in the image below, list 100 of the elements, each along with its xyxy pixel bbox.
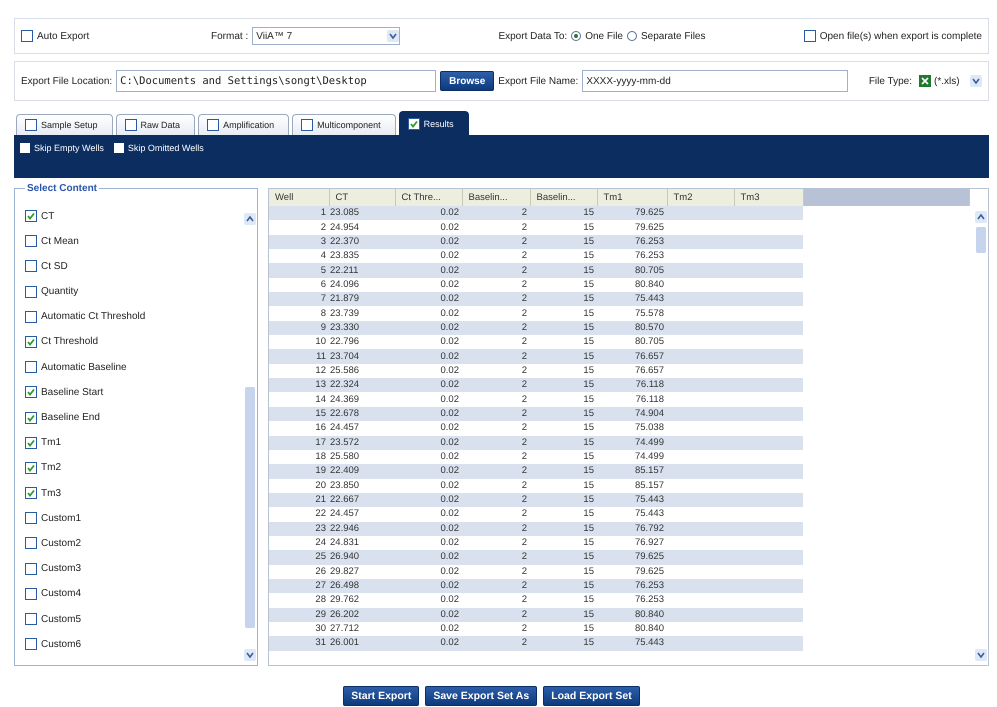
scroll-down-icon[interactable]: [975, 649, 987, 661]
content-option[interactable]: Custom3: [41, 563, 82, 574]
content-option[interactable]: Automatic Ct Threshold: [41, 311, 146, 322]
action-button[interactable]: Load Export Set: [543, 686, 640, 706]
content-option[interactable]: Custom5: [41, 614, 82, 624]
table-cell: 76.118: [597, 392, 667, 407]
content-option[interactable]: Custom6: [41, 638, 82, 650]
column-header[interactable]: Baselin...: [530, 189, 597, 206]
checkbox[interactable]: [25, 462, 37, 474]
tab[interactable]: Multicomponent: [292, 114, 396, 135]
content-option[interactable]: Baseline End: [41, 412, 100, 423]
column-header[interactable]: Ct Thre...: [395, 189, 462, 206]
checkbox[interactable]: [804, 30, 816, 42]
column-header[interactable]: Tm1: [597, 189, 667, 206]
checkbox[interactable]: [25, 537, 37, 550]
scroll-down-icon[interactable]: [970, 75, 982, 87]
file-name-field[interactable]: XXXX-yyyy-mm-dd: [582, 70, 848, 92]
content-option[interactable]: Tm2: [41, 462, 61, 474]
action-button[interactable]: Save Export Set As: [425, 686, 538, 706]
table-cell: 0.02: [395, 536, 462, 550]
checkbox[interactable]: [25, 235, 37, 248]
tab[interactable]: Results: [398, 111, 469, 135]
column-header[interactable]: Baselin...: [462, 189, 530, 206]
checkbox[interactable]: [25, 562, 37, 575]
table-cell: 0.02: [395, 450, 462, 464]
content-option[interactable]: Custom2: [41, 538, 82, 549]
checkbox[interactable]: [25, 412, 37, 424]
column-header[interactable]: Tm3: [734, 189, 803, 206]
scroll-up-icon[interactable]: [975, 211, 987, 223]
table-cell-text: 0.02: [440, 220, 460, 235]
scrollbar-thumb[interactable]: [245, 387, 255, 628]
content-option[interactable]: Tm1: [41, 437, 61, 448]
table-cell: 0.02: [395, 550, 462, 565]
checkbox[interactable]: [25, 210, 37, 222]
checkbox[interactable]: [25, 336, 37, 348]
tab[interactable]: Amplification: [198, 114, 290, 135]
table-cell: 0.02: [395, 464, 462, 479]
tab[interactable]: Raw Data: [116, 114, 196, 135]
radio-button[interactable]: [627, 31, 637, 41]
radio-button[interactable]: [571, 31, 582, 41]
content-option[interactable]: Ct Mean: [41, 236, 79, 247]
content-option[interactable]: Automatic Baseline: [41, 362, 127, 373]
checkbox[interactable]: [408, 118, 420, 130]
content-option[interactable]: Tm3: [41, 488, 61, 499]
checkbox[interactable]: [25, 119, 37, 131]
checkbox[interactable]: [114, 143, 124, 153]
checkbox[interactable]: [25, 310, 37, 323]
table-cell: 2: [462, 263, 530, 278]
column-header[interactable]: CT: [329, 189, 395, 206]
content-option[interactable]: Ct SD: [41, 260, 68, 272]
column-header[interactable]: Tm2: [667, 189, 734, 206]
table-cell: 22.211: [329, 263, 395, 278]
table-cell: 27: [269, 578, 329, 594]
checkbox[interactable]: [301, 119, 314, 131]
table-cell: 15: [530, 436, 597, 450]
content-option[interactable]: Ct Threshold: [41, 336, 98, 348]
table-cell: 15: [530, 464, 597, 479]
checkbox[interactable]: [25, 260, 37, 272]
table-cell: 15: [530, 636, 597, 651]
scroll-up-icon[interactable]: [244, 213, 256, 225]
table-cell: 2: [462, 536, 530, 550]
scrollbar-thumb[interactable]: [976, 227, 986, 253]
table-cell: 0.02: [395, 578, 462, 594]
checkbox[interactable]: [25, 638, 37, 650]
content-option[interactable]: Custom1: [41, 512, 82, 524]
content-option[interactable]: Quantity: [41, 286, 78, 298]
content-option[interactable]: Custom4: [41, 588, 82, 600]
tab[interactable]: Sample Setup: [16, 114, 113, 135]
table-cell: 0.02: [395, 436, 462, 450]
table-cell-text: 2: [520, 593, 528, 608]
checkbox[interactable]: [21, 30, 33, 42]
checkbox[interactable]: [25, 286, 37, 298]
table-cell: 16: [269, 421, 329, 436]
browse-button[interactable]: Browse: [440, 71, 494, 91]
table-cell: 15: [530, 306, 597, 321]
checkbox[interactable]: [207, 119, 220, 131]
content-option[interactable]: Baseline Start: [41, 386, 104, 398]
scroll-down-icon[interactable]: [387, 30, 400, 42]
checkbox[interactable]: [25, 436, 37, 449]
table-cell: 26.940: [329, 550, 395, 565]
table-cell: 15: [530, 206, 597, 220]
checkbox[interactable]: [20, 143, 30, 153]
content-option[interactable]: CT: [41, 210, 54, 222]
checkbox[interactable]: [124, 119, 137, 131]
column-header[interactable]: Well: [269, 189, 329, 206]
checkbox[interactable]: [25, 512, 37, 524]
table-cell: 79.625: [597, 564, 667, 579]
table-cell: 75.578: [597, 306, 667, 321]
scroll-down-icon[interactable]: [244, 649, 256, 661]
table-cell: 22: [269, 507, 329, 522]
location-field[interactable]: C:\Documents and Settings\songt\Desktop: [116, 70, 436, 92]
action-button[interactable]: Start Export: [343, 686, 420, 706]
checkbox[interactable]: [25, 487, 37, 500]
format-dropdown[interactable]: ViiA™ 7: [252, 27, 400, 45]
checkbox[interactable]: [25, 361, 37, 374]
file-type-dropdown[interactable]: (*.xls): [916, 72, 982, 90]
checkbox[interactable]: [25, 613, 37, 625]
checkbox[interactable]: [25, 386, 37, 398]
table-cell: 80.840: [597, 608, 667, 622]
checkbox[interactable]: [25, 588, 37, 600]
